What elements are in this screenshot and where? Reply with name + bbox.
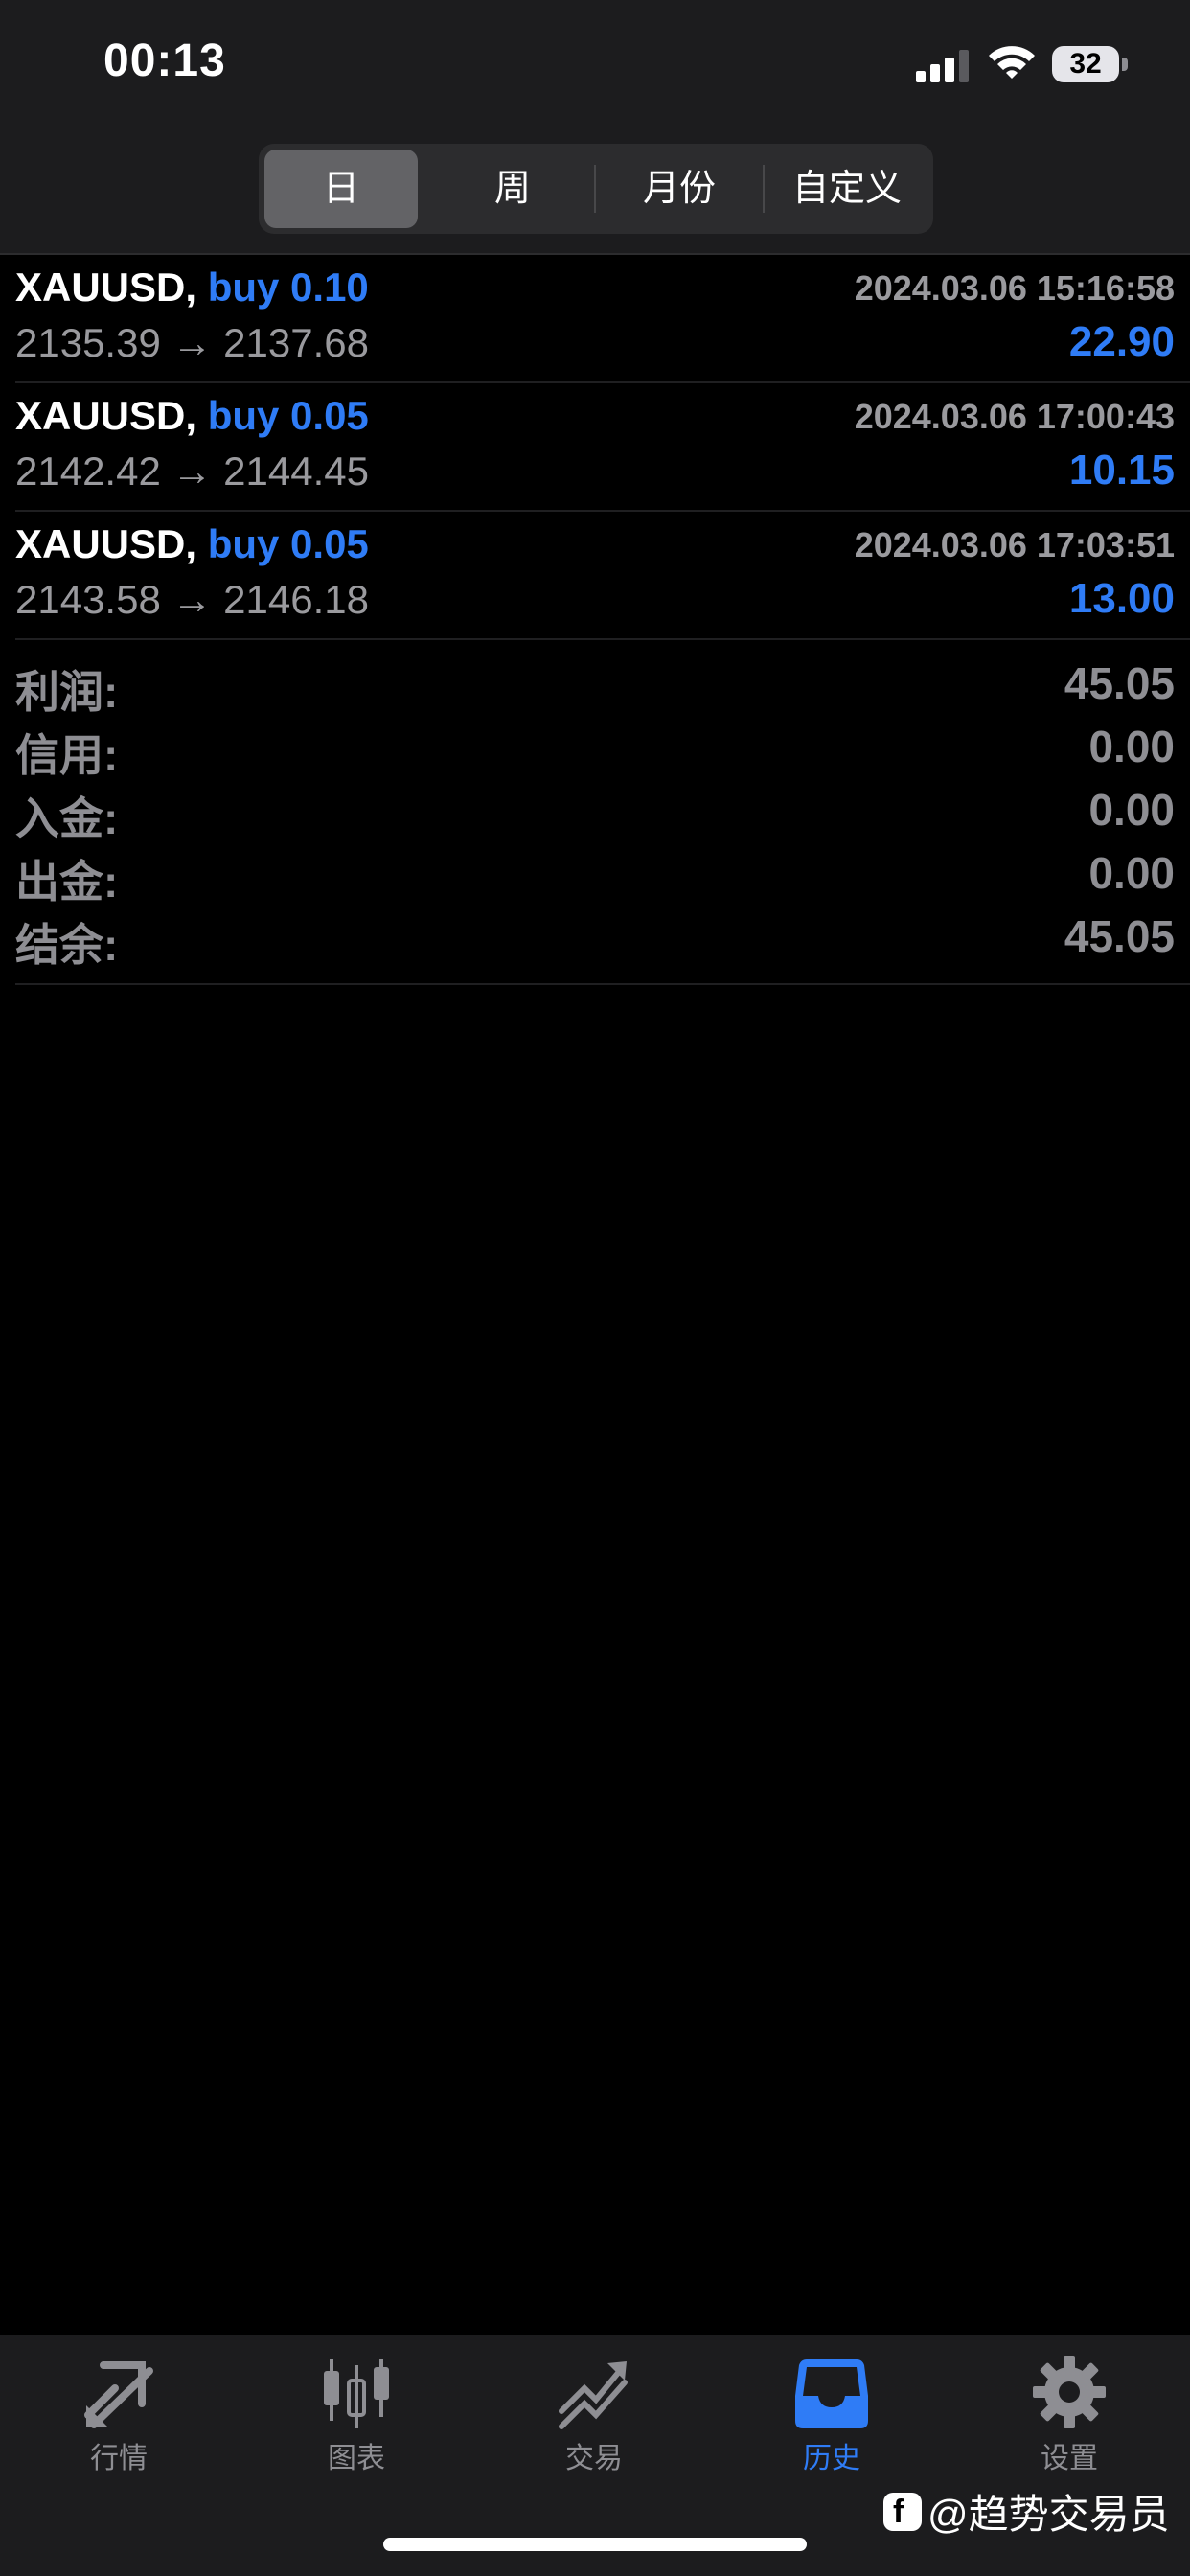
- trade-side: buy 0.10: [207, 264, 369, 310]
- history-tray-icon: [795, 2359, 868, 2428]
- divider: [15, 983, 1190, 985]
- tab-label: 交易: [565, 2443, 623, 2474]
- status-time: 00:13: [103, 35, 226, 86]
- divider: [15, 638, 1190, 640]
- trade-side: buy 0.05: [207, 521, 369, 566]
- summary-value: 45.05: [1064, 658, 1175, 708]
- summary-value: 45.05: [1064, 911, 1175, 961]
- tab-label: 设置: [1041, 2443, 1098, 2474]
- summary-value: 0.00: [1088, 722, 1175, 771]
- quotes-icon: [84, 2361, 153, 2428]
- watermark: f @趋势交易员: [883, 2482, 1170, 2541]
- summary-balance: 结余: 45.05: [0, 910, 1190, 974]
- summary-label: 信用:: [15, 730, 119, 780]
- trade-row[interactable]: XAUUSD, buy 0.05 2024.03.06 17:03:51 214…: [0, 512, 1190, 640]
- tab-month[interactable]: 月份: [596, 150, 763, 228]
- trade-time: 2024.03.06 17:03:51: [854, 525, 1175, 564]
- tab-label: 图表: [328, 2443, 385, 2474]
- tab-label: 行情: [90, 2443, 148, 2474]
- gear-icon: [1033, 2356, 1106, 2428]
- tab-settings[interactable]: 设置: [950, 2354, 1188, 2488]
- summary-deposit: 入金: 0.00: [0, 784, 1190, 847]
- trade-symbol: XAUUSD, buy 0.05: [15, 393, 369, 438]
- trade-side: buy 0.05: [207, 393, 369, 438]
- summary-label: 利润:: [15, 667, 119, 717]
- trade-prices: 2142.42 → 2144.45: [15, 448, 369, 494]
- trade-prices: 2135.39 → 2137.68: [15, 320, 369, 365]
- trade-icon: [559, 2361, 628, 2429]
- trade-time: 2024.03.06 17:00:43: [854, 397, 1175, 436]
- tab-label: 历史: [803, 2443, 860, 2474]
- chart-candles-icon: [324, 2359, 389, 2428]
- battery-level: 32: [1052, 46, 1119, 82]
- trade-symbol: XAUUSD, buy 0.05: [15, 521, 369, 566]
- trade-prices: 2143.58 → 2146.18: [15, 577, 369, 622]
- trade-profit: 22.90: [1068, 318, 1175, 365]
- battery-icon: 32: [1052, 46, 1129, 82]
- cellular-signal-icon: [916, 50, 969, 82]
- tab-quotes[interactable]: 行情: [0, 2354, 238, 2488]
- trade-row[interactable]: XAUUSD, buy 0.10 2024.03.06 15:16:58 213…: [0, 255, 1190, 383]
- summary-credit: 信用: 0.00: [0, 721, 1190, 784]
- summary-label: 出金:: [15, 857, 119, 907]
- summary-withdrawal: 出金: 0.00: [0, 847, 1190, 910]
- tab-history[interactable]: 历史: [713, 2354, 950, 2488]
- trade-row[interactable]: XAUUSD, buy 0.05 2024.03.06 17:00:43 214…: [0, 383, 1190, 512]
- tab-week[interactable]: 周: [431, 150, 594, 228]
- trade-time: 2024.03.06 15:16:58: [854, 268, 1175, 308]
- watermark-logo-icon: f: [883, 2492, 922, 2531]
- home-indicator[interactable]: [383, 2538, 807, 2551]
- summary-label: 结余:: [15, 920, 119, 970]
- summary-label: 入金:: [15, 794, 119, 843]
- trade-profit: 13.00: [1068, 575, 1175, 622]
- tab-custom[interactable]: 自定义: [765, 150, 929, 228]
- period-segmented-control: 日 周 月份 自定义: [259, 144, 933, 234]
- summary-value: 0.00: [1088, 848, 1175, 898]
- tab-trade[interactable]: 交易: [475, 2354, 713, 2488]
- watermark-text: @趋势交易员: [927, 2492, 1170, 2537]
- tab-chart[interactable]: 图表: [238, 2354, 475, 2488]
- wifi-icon: [989, 46, 1035, 79]
- tab-day[interactable]: 日: [264, 150, 418, 228]
- trade-symbol: XAUUSD, buy 0.10: [15, 264, 369, 310]
- summary-value: 0.00: [1088, 785, 1175, 835]
- top-bar: 00:13 32 日 周 月份 自定义: [0, 0, 1190, 253]
- summary-profit: 利润: 45.05: [0, 657, 1190, 721]
- trade-profit: 10.15: [1068, 447, 1175, 494]
